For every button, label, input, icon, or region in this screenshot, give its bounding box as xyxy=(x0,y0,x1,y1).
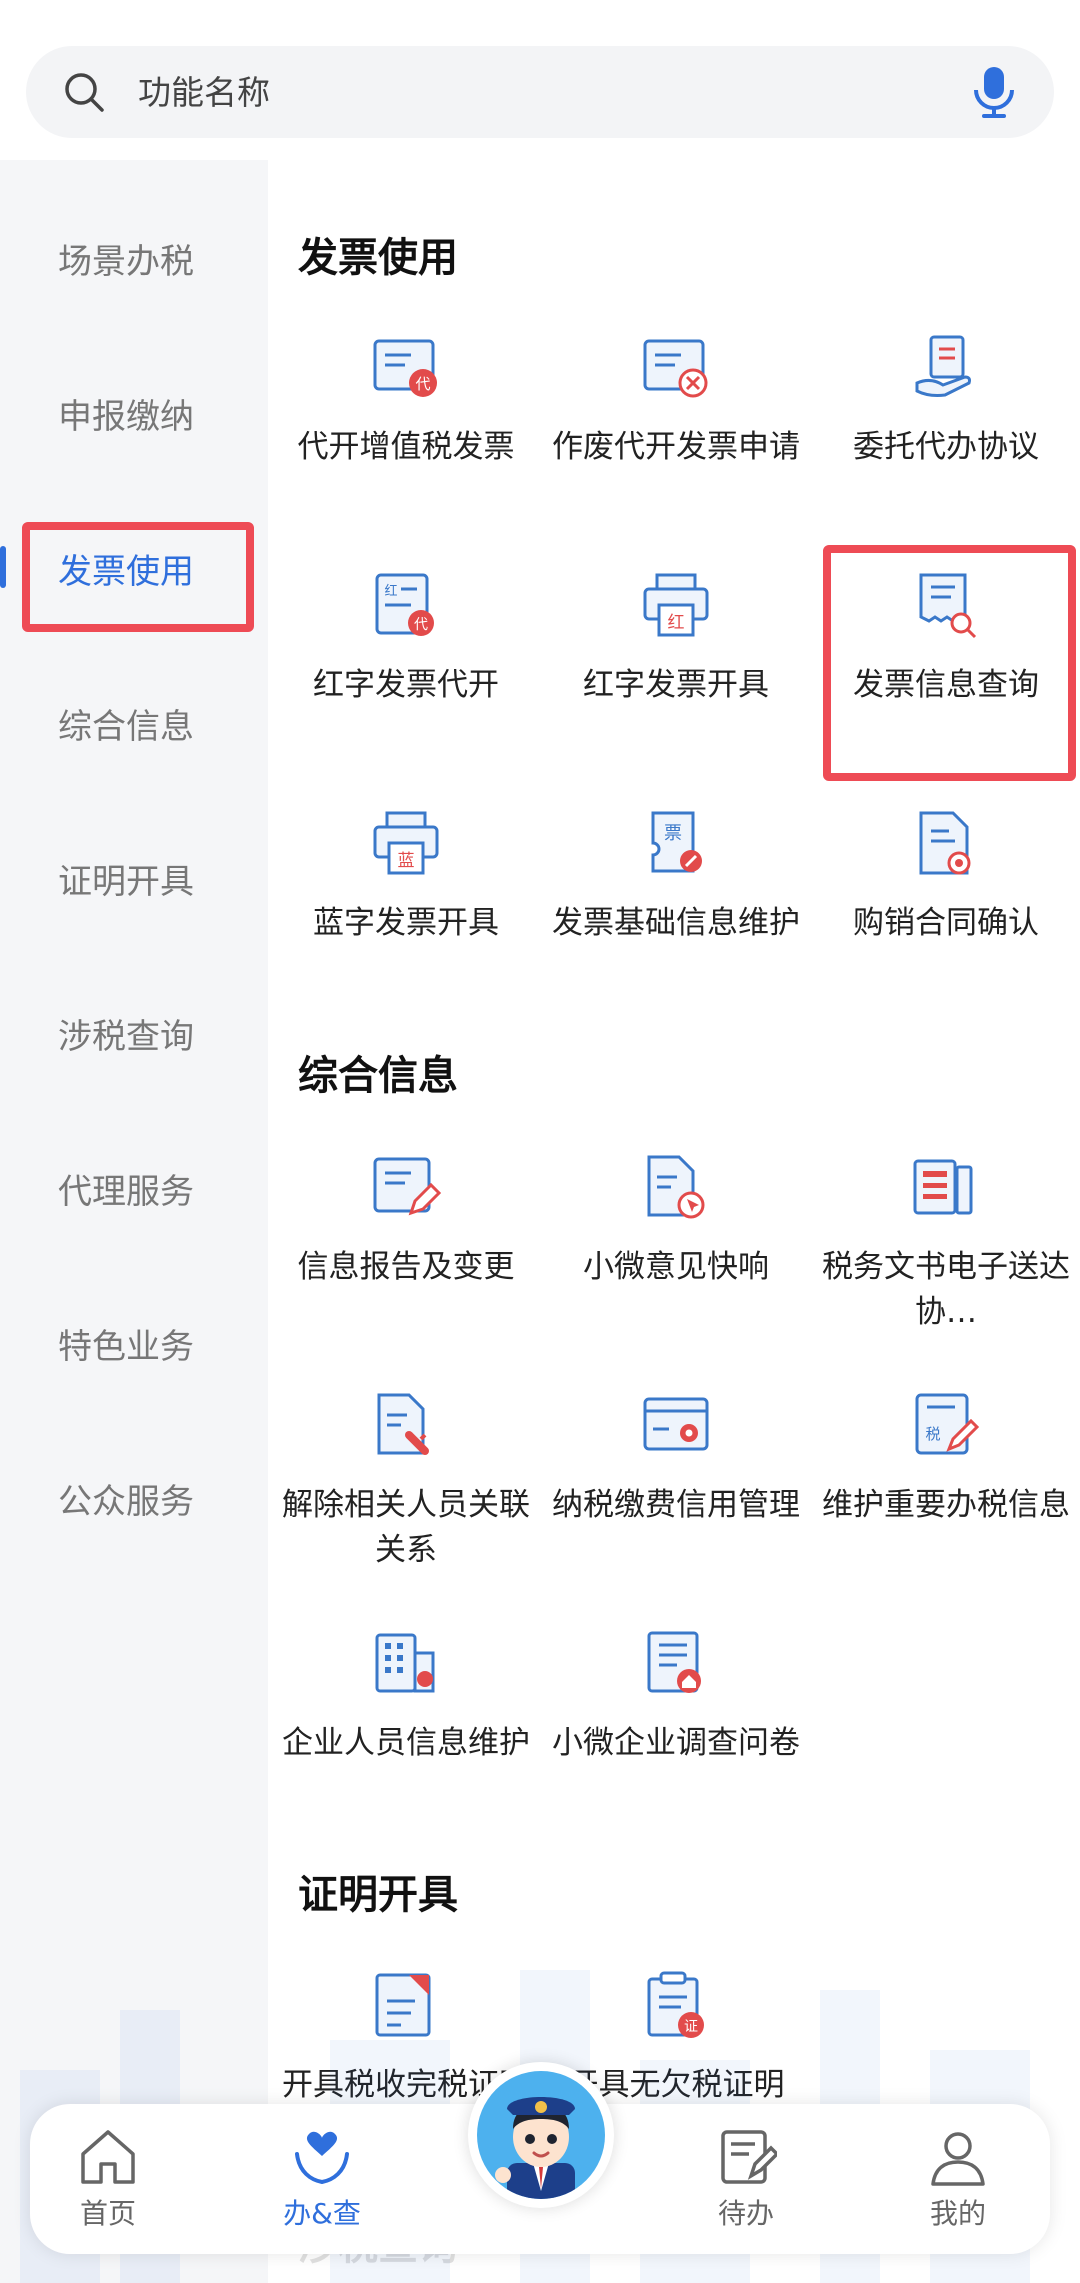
tile-unlink-related-person[interactable]: 解除相关人员关联关系 xyxy=(276,1391,530,1591)
tile-issue-vat-invoice[interactable]: 代 代开增值税发票 xyxy=(276,333,526,533)
heart-hands-icon xyxy=(295,2131,349,2185)
svg-text:票: 票 xyxy=(664,823,682,844)
tile-contract-confirm[interactable]: 购销合同确认 xyxy=(816,809,1066,1009)
assistant-avatar-button[interactable] xyxy=(468,2062,614,2208)
tile-blue-invoice-issue[interactable]: 蓝 蓝字发票开具 xyxy=(276,809,526,1009)
search-input[interactable] xyxy=(138,62,958,122)
todo-icon xyxy=(721,2130,777,2184)
tile-label: 信息报告及变更 xyxy=(297,1249,515,1285)
search-header xyxy=(0,0,1080,160)
tile-smb-feedback[interactable]: 小微意见快响 xyxy=(546,1153,796,1353)
sidebar-item-special[interactable]: 特色业务 xyxy=(0,1297,268,1397)
svg-text:蓝: 蓝 xyxy=(398,851,415,871)
ticket-wrench-icon: 票 xyxy=(651,811,702,873)
tile-invoice-basic-maintain[interactable]: 票 发票基础信息维护 xyxy=(546,809,800,1009)
tile-e-delivery-agreement[interactable]: 税务文书电子送达协… xyxy=(816,1153,1070,1353)
documents-icon xyxy=(913,1159,973,1215)
user-icon xyxy=(931,2132,985,2186)
printer-red-icon: 红 xyxy=(643,573,709,637)
nav-label-mine: 我的 xyxy=(929,2197,986,2230)
sidebar-item-declare-pay[interactable]: 申报缴纳 xyxy=(0,367,268,467)
red-invoice-dai-icon: 红 代 xyxy=(375,573,434,636)
tax-edit-icon: 税 xyxy=(915,1393,980,1455)
tile-void-invoice-request[interactable]: 作废代开发票申请 xyxy=(546,333,800,533)
tile-credit-management[interactable]: 纳税缴费信用管理 xyxy=(546,1391,800,1591)
tile-label: 维护重要办税信息 xyxy=(822,1487,1070,1523)
nav-home[interactable]: 首页 xyxy=(48,2126,168,2236)
tile-label: 代开增值税发票 xyxy=(297,429,515,465)
microphone-icon[interactable] xyxy=(972,66,1016,118)
tile-label: 小微企业调查问卷 xyxy=(552,1725,800,1761)
nav-label-todo: 待办 xyxy=(717,2197,774,2230)
nav-do-check[interactable]: 办&查 xyxy=(262,2126,382,2236)
tile-info-report-change[interactable]: 信息报告及变更 xyxy=(276,1153,526,1353)
nav-label-do-check: 办&查 xyxy=(283,2197,361,2230)
section-title-certificate: 证明开具 xyxy=(298,1872,458,1918)
survey-home-icon xyxy=(647,1631,701,1693)
tile-label: 小微意见快响 xyxy=(583,1249,769,1285)
tile-label: 红字发票开具 xyxy=(583,667,769,703)
tax-officer-avatar-icon xyxy=(495,2097,575,2199)
tile-label: 企业人员信息维护 xyxy=(282,1725,530,1761)
nav-label-home: 首页 xyxy=(79,2197,136,2230)
search-icon xyxy=(65,73,104,112)
doc-cancel-icon xyxy=(643,339,708,398)
svg-text:税: 税 xyxy=(925,1425,940,1443)
tile-label: 蓝字发票开具 xyxy=(313,905,499,941)
sidebar-item-general-info[interactable]: 综合信息 xyxy=(0,677,268,777)
tile-red-invoice-issue[interactable]: 红 红字发票开具 xyxy=(546,571,796,771)
doc-cursor-icon xyxy=(647,1155,705,1219)
svg-text:红: 红 xyxy=(384,583,397,599)
highlight-box-sidebar xyxy=(22,522,254,632)
sidebar-item-certificate[interactable]: 证明开具 xyxy=(0,832,268,932)
tile-label: 税务文书电子送达协… xyxy=(822,1249,1070,1330)
svg-text:代: 代 xyxy=(414,617,428,633)
highlight-box-invoice-query xyxy=(823,545,1076,781)
doc-unlink-icon xyxy=(377,1393,429,1455)
tile-label: 委托代办协议 xyxy=(853,429,1039,465)
tile-staff-info-maintain[interactable]: 企业人员信息维护 xyxy=(276,1629,530,1829)
nav-todo[interactable]: 待办 xyxy=(686,2126,806,2236)
doc-dai-icon: 代 xyxy=(373,339,437,397)
sidebar-item-tax-query[interactable]: 涉税查询 xyxy=(0,987,268,1087)
sidebar-item-scene-tax[interactable]: 场景办税 xyxy=(0,212,268,312)
card-gear-icon xyxy=(643,1397,709,1451)
tile-label: 纳税缴费信用管理 xyxy=(552,1487,800,1523)
contract-check-icon xyxy=(919,811,971,875)
tile-label: 发票基础信息维护 xyxy=(552,905,800,941)
search-bar[interactable] xyxy=(26,46,1054,138)
nav-mine[interactable]: 我的 xyxy=(898,2126,1018,2236)
home-icon xyxy=(81,2130,135,2184)
sidebar-item-agency[interactable]: 代理服务 xyxy=(0,1142,268,1242)
section-title-general: 综合信息 xyxy=(298,1053,458,1099)
tile-label: 红字发票代开 xyxy=(313,667,499,703)
building-person-icon xyxy=(375,1633,435,1693)
svg-text:代: 代 xyxy=(415,375,430,393)
tile-label: 购销合同确认 xyxy=(853,905,1039,941)
section-title-invoice: 发票使用 xyxy=(298,235,458,281)
hand-doc-icon xyxy=(915,335,971,397)
tile-label: 解除相关人员关联关系 xyxy=(282,1487,530,1568)
tile-entrust-agreement[interactable]: 委托代办协议 xyxy=(816,333,1066,533)
tile-red-invoice-agent[interactable]: 红 代 红字发票代开 xyxy=(276,571,526,771)
printer-blue-icon: 蓝 xyxy=(373,811,439,875)
svg-text:红: 红 xyxy=(668,613,685,633)
assistant-avatar xyxy=(477,2071,605,2199)
tile-smb-survey[interactable]: 小微企业调查问卷 xyxy=(546,1629,800,1829)
tile-maintain-tax-info[interactable]: 税 维护重要办税信息 xyxy=(816,1391,1070,1591)
tile-label: 作废代开发票申请 xyxy=(552,429,800,465)
report-edit-icon xyxy=(373,1157,441,1216)
sidebar-item-public[interactable]: 公众服务 xyxy=(0,1452,268,1552)
